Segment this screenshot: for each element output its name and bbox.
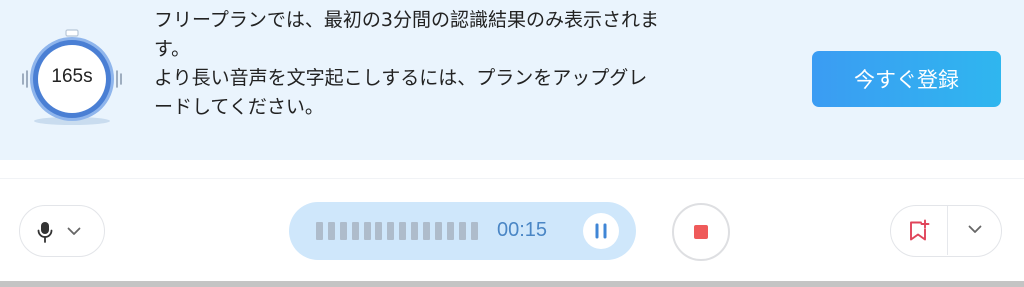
timer-seconds-label: 165s	[51, 66, 93, 87]
waveform-bar	[434, 222, 442, 240]
waveform-bar	[411, 222, 419, 240]
waveform-bar	[339, 222, 347, 240]
pause-icon	[595, 223, 607, 239]
recording-controls: 00:15	[0, 178, 1024, 282]
elapsed-time: 00:15	[497, 219, 548, 241]
stop-icon	[694, 225, 708, 239]
microphone-selector-button[interactable]	[19, 205, 105, 257]
waveform-bar	[458, 222, 466, 240]
waveform-bar	[387, 222, 395, 240]
upgrade-message: フリープランでは、最初の3分間の認識結果のみ表示されま す。 より長い音声を文字…	[154, 6, 794, 122]
waveform-bar	[375, 222, 383, 240]
waveform-bar	[446, 222, 454, 240]
pause-button[interactable]	[583, 213, 619, 249]
upgrade-banner: 165s フリープランでは、最初の3分間の認識結果のみ表示されま す。 より長い…	[0, 0, 1024, 160]
recording-status-pill: 00:15	[289, 202, 636, 260]
chevron-down-icon	[67, 227, 81, 235]
audio-waveform	[316, 222, 482, 241]
upgrade-message-line: より長い音声を文字起こしするには、プランをアップグレ	[154, 67, 648, 89]
waveform-bar	[351, 222, 359, 240]
upgrade-message-line: す。	[154, 38, 191, 60]
bottom-edge	[0, 281, 1024, 287]
waveform-bar	[327, 222, 335, 240]
waveform-bar	[423, 222, 431, 240]
waveform-bar	[399, 222, 407, 240]
waveform-bar	[363, 222, 371, 240]
waveform-bar	[470, 222, 478, 240]
upgrade-message-line: ードしてください。	[154, 96, 324, 118]
bookmark-control	[890, 205, 1002, 257]
bookmark-add-icon	[910, 219, 930, 241]
waveform-bar	[316, 222, 323, 240]
microphone-icon	[37, 222, 53, 243]
chevron-down-icon	[968, 225, 982, 233]
countdown-timer: 165s	[20, 28, 130, 128]
upgrade-message-line: フリープランでは、最初の3分間の認識結果のみ表示されま	[154, 9, 659, 31]
add-bookmark-button[interactable]	[891, 206, 947, 255]
bookmark-options-button[interactable]	[948, 206, 1001, 255]
register-now-button[interactable]: 今すぐ登録	[812, 51, 1001, 107]
stop-recording-button[interactable]	[672, 203, 730, 261]
recording-screen: 165s フリープランでは、最初の3分間の認識結果のみ表示されま す。 より長い…	[0, 0, 1024, 287]
